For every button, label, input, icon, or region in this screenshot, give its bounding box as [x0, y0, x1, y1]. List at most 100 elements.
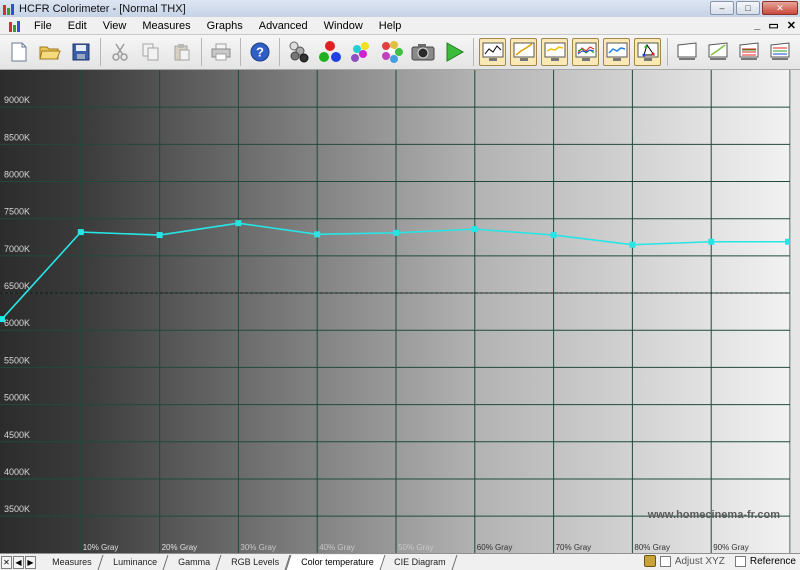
- lock-icon: [643, 555, 656, 567]
- saturation-measure-icon[interactable]: [378, 38, 405, 66]
- y-tick-label: 8000K: [4, 170, 30, 180]
- data-point[interactable]: [235, 220, 242, 227]
- right-edge: [790, 70, 800, 553]
- copy-icon[interactable]: [137, 38, 164, 66]
- rgb-levels-graph-icon[interactable]: [572, 38, 599, 66]
- data-point[interactable]: [471, 226, 478, 233]
- data-point[interactable]: [156, 232, 163, 239]
- x-tick-label: 90% Gray: [713, 543, 749, 552]
- toolbar-separator: [240, 38, 241, 66]
- menu-graphs[interactable]: Graphs: [199, 20, 251, 32]
- data-point[interactable]: [629, 241, 636, 248]
- y-tick-label: 7500K: [4, 207, 30, 217]
- x-tick-label: 70% Gray: [556, 543, 592, 552]
- tab-luminance[interactable]: Luminance: [98, 554, 168, 570]
- tab-color-temperature[interactable]: Color temperature: [285, 554, 385, 570]
- color-temperature-graph[interactable]: 3500K 4000K 4500K 5000K 5500K 6000K 6500K 7000K…: [0, 70, 790, 553]
- mdi-restore-button[interactable]: ▭: [768, 19, 778, 32]
- y-tick-label: 8500K: [4, 132, 30, 142]
- reference-label: Reference: [749, 555, 796, 567]
- toolbar-separator: [473, 38, 474, 66]
- open-folder-icon[interactable]: [36, 38, 63, 66]
- x-tick-label: 30% Gray: [240, 543, 276, 552]
- save-disk-icon[interactable]: [67, 38, 94, 66]
- luminance-graph-icon[interactable]: [510, 38, 537, 66]
- x-tick-label: 10% Gray: [83, 543, 119, 552]
- mdi-minimize-button[interactable]: _: [754, 19, 760, 32]
- y-tick-label: 4000K: [4, 467, 30, 477]
- minimize-button[interactable]: –: [710, 1, 734, 15]
- view-tab-bar: ✕ ◀ ▶ Measures Luminance Gamma RGB Levels Co…: [0, 553, 800, 570]
- y-tick-label: 5500K: [4, 355, 30, 365]
- menu-window[interactable]: Window: [316, 20, 371, 32]
- maximize-button[interactable]: □: [736, 1, 760, 15]
- adjust-xyz-label: Adjust XYZ: [674, 555, 725, 567]
- y-tick-label: 3500K: [4, 504, 30, 514]
- tab-gamma[interactable]: Gamma: [163, 554, 221, 570]
- toolbar-separator: [201, 38, 202, 66]
- luminance-graph-2-icon[interactable]: [704, 38, 731, 66]
- tab-rgb-levels[interactable]: RGB Levels: [216, 554, 291, 570]
- toolbar-separator: [100, 38, 101, 66]
- rgb-graph-2-icon[interactable]: [735, 38, 762, 66]
- play-continuous-icon[interactable]: [440, 38, 467, 66]
- cut-icon[interactable]: [106, 38, 133, 66]
- tab-cie-diagram[interactable]: CIE Diagram: [379, 554, 458, 570]
- tab-next-button[interactable]: ▶: [25, 555, 36, 569]
- multi-graph-icon[interactable]: [766, 38, 793, 66]
- tab-label: CIE Diagram: [394, 556, 446, 567]
- data-point[interactable]: [393, 229, 399, 236]
- hcfr-window: HCFR Colorimeter - [Normal THX] – □ ✕ Fi…: [0, 0, 800, 570]
- menu-help[interactable]: Help: [371, 20, 410, 32]
- y-tick-label: 9000K: [4, 95, 30, 105]
- graph-view-2-icon[interactable]: [673, 38, 700, 66]
- secondary-colors-measure-icon[interactable]: [347, 38, 374, 66]
- gray-scale-measure-icon[interactable]: [285, 38, 312, 66]
- menu-advanced[interactable]: Advanced: [251, 20, 316, 32]
- toolbar-separator: [279, 38, 280, 66]
- cie-diagram-icon[interactable]: [634, 38, 661, 66]
- y-tick-label: 6500K: [4, 281, 30, 291]
- document-icon[interactable]: [9, 20, 21, 32]
- tab-measures[interactable]: Measures: [37, 554, 103, 570]
- menu-view[interactable]: View: [95, 20, 135, 32]
- camera-icon[interactable]: [409, 38, 436, 66]
- menu-file[interactable]: File: [26, 20, 60, 32]
- x-tick-label: 50% Gray: [398, 543, 434, 552]
- reference-checkbox[interactable]: [734, 555, 746, 567]
- paste-icon[interactable]: [168, 38, 195, 66]
- gamma-graph-icon[interactable]: [541, 38, 568, 66]
- data-point[interactable]: [550, 232, 557, 239]
- tab-label: Color temperature: [300, 556, 374, 567]
- y-tick-label: 4500K: [4, 430, 30, 440]
- tab-label: Measures: [52, 556, 92, 567]
- x-tick-label: 80% Gray: [634, 543, 670, 552]
- graph-view-icon[interactable]: [479, 38, 506, 66]
- tab-label: Luminance: [112, 556, 157, 567]
- close-button[interactable]: ✕: [762, 1, 798, 15]
- tab-label: Gamma: [177, 556, 210, 567]
- y-tick-label: 6000K: [4, 318, 30, 328]
- mdi-close-button[interactable]: ✕: [787, 19, 796, 32]
- app-icon: [3, 3, 15, 15]
- y-tick-label: 7000K: [4, 244, 30, 254]
- help-icon[interactable]: ?: [246, 38, 273, 66]
- svg-text:?: ?: [256, 45, 264, 60]
- menu-measures[interactable]: Measures: [134, 20, 198, 32]
- data-point[interactable]: [708, 238, 715, 245]
- graph-background: [0, 70, 790, 553]
- adjust-xyz-checkbox[interactable]: [659, 555, 671, 567]
- color-temperature-graph-icon[interactable]: [603, 38, 630, 66]
- print-icon[interactable]: [207, 38, 234, 66]
- tab-prev-button[interactable]: ◀: [13, 555, 24, 569]
- tab-first-button[interactable]: ✕: [1, 555, 12, 569]
- data-point[interactable]: [314, 231, 321, 238]
- y-tick-label: 5000K: [4, 393, 30, 403]
- data-point[interactable]: [0, 316, 5, 323]
- data-point[interactable]: [77, 229, 84, 236]
- toolbar: ?: [0, 35, 800, 70]
- new-document-icon[interactable]: [5, 38, 32, 66]
- primary-colors-measure-icon[interactable]: [316, 38, 343, 66]
- x-tick-label: 20% Gray: [162, 543, 198, 552]
- menu-edit[interactable]: Edit: [60, 20, 95, 32]
